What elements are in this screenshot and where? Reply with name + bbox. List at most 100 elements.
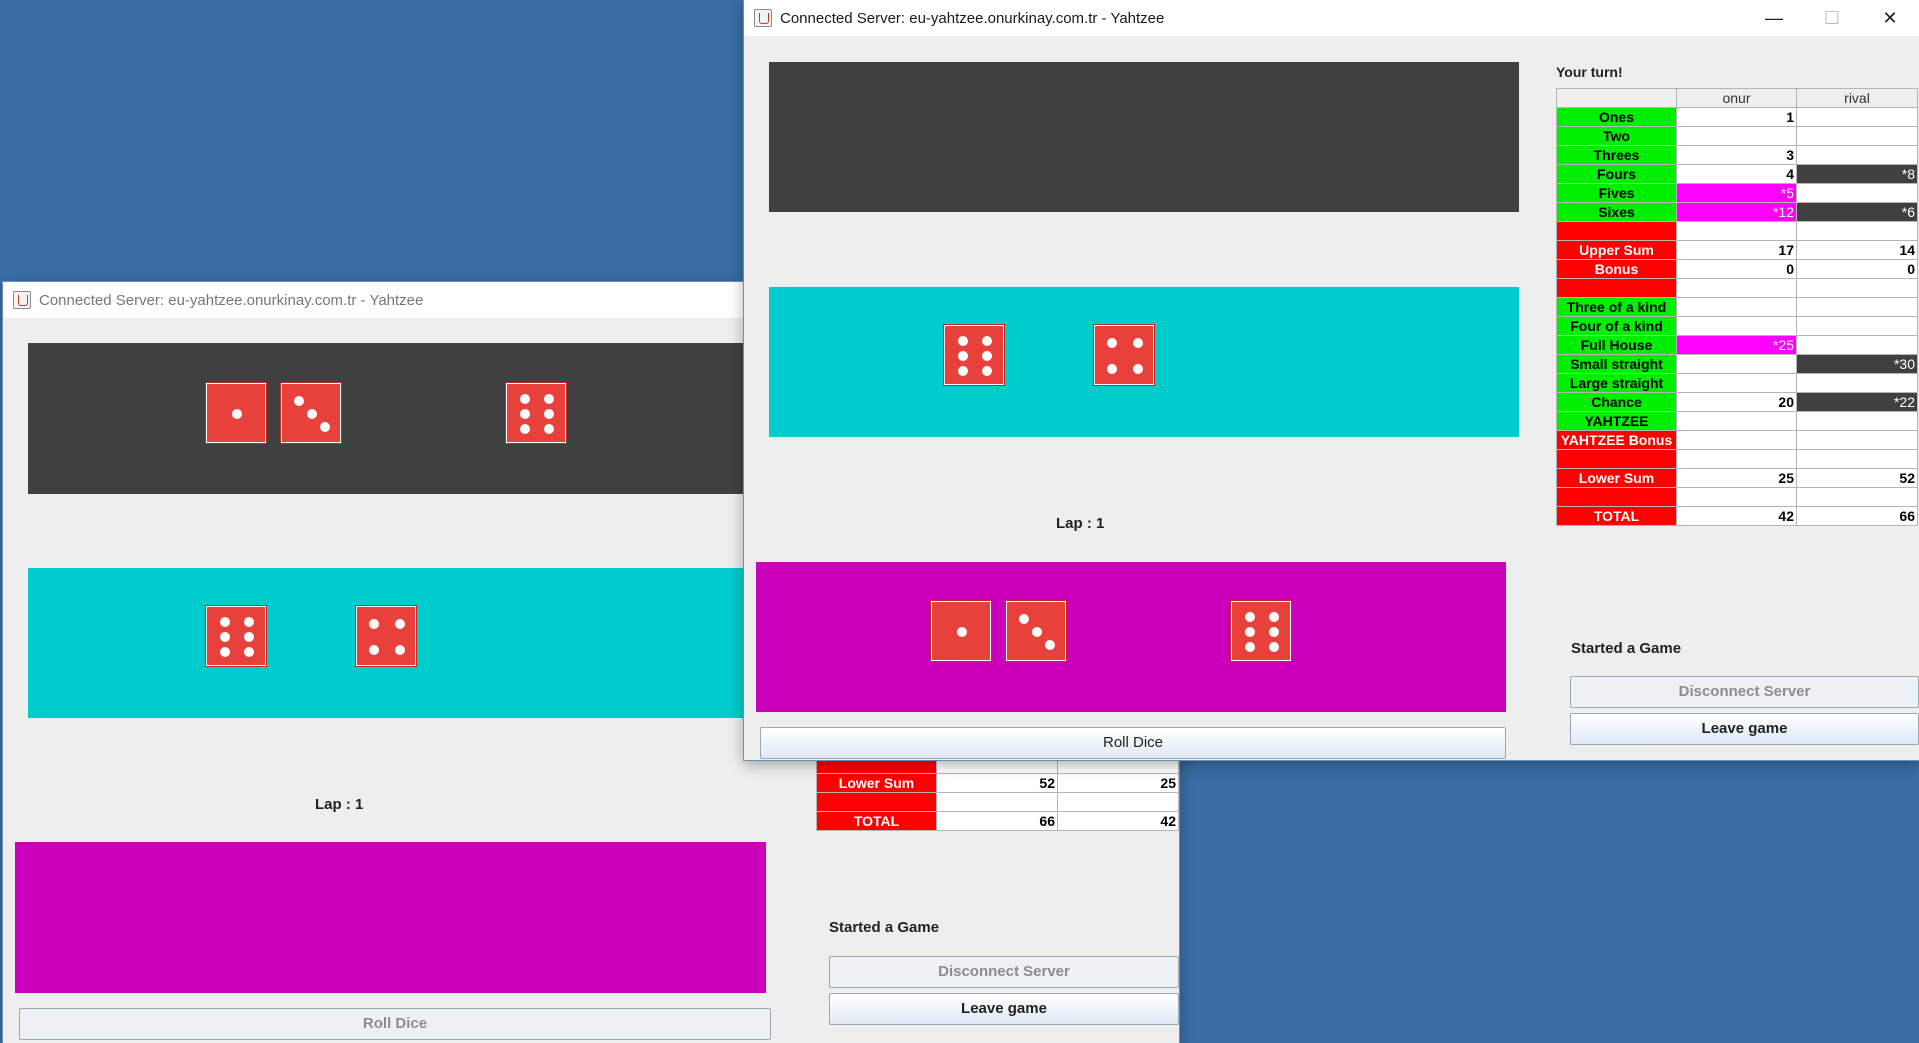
table-row: YAHTZEE Bonus [1556, 430, 1918, 450]
die-pip [369, 619, 379, 629]
front-status-text: Started a Game [1571, 640, 1682, 657]
die-face-1[interactable] [931, 601, 991, 661]
score-cell[interactable]: 66 [1796, 506, 1918, 526]
score-cell[interactable]: 0 [1796, 259, 1918, 279]
die-face-6[interactable] [506, 383, 566, 443]
die-pip [220, 647, 230, 657]
score-cell[interactable] [1676, 411, 1797, 431]
front-game-window[interactable]: Connected Server: eu-yahtzee.onurkinay.c… [744, 0, 1919, 760]
score-cell[interactable] [1676, 316, 1797, 336]
score-cell[interactable] [1676, 278, 1797, 298]
score-category-label: Small straight [1556, 354, 1677, 374]
front-opponent-dice-panel [769, 62, 1519, 212]
score-cell[interactable]: *30 [1796, 354, 1918, 374]
close-button[interactable]: ✕ [1861, 0, 1919, 36]
turn-indicator: Your turn! [1556, 64, 1623, 80]
die-face-3[interactable] [281, 383, 341, 443]
score-cell[interactable]: 1 [1676, 107, 1797, 127]
score-cell [1057, 792, 1179, 812]
die-pip [395, 619, 405, 629]
score-cell[interactable]: 0 [1676, 259, 1797, 279]
player-column-header: rival [1796, 88, 1918, 108]
die-pip [957, 627, 967, 637]
front-window-titlebar[interactable]: Connected Server: eu-yahtzee.onurkinay.c… [744, 0, 1919, 36]
die-pip [395, 645, 405, 655]
score-cell[interactable] [1796, 430, 1918, 450]
die-face-3[interactable] [1006, 601, 1066, 661]
front-disconnect-button[interactable]: Disconnect Server [1570, 676, 1919, 708]
score-category-label: Threes [1556, 145, 1677, 165]
die-pip [294, 396, 304, 406]
score-cell[interactable] [1676, 449, 1797, 469]
score-cell[interactable] [1796, 145, 1918, 165]
score-cell[interactable]: 20 [1676, 392, 1797, 412]
score-category-label [1556, 449, 1677, 469]
score-cell[interactable] [1796, 487, 1918, 507]
score-category-label [1556, 278, 1677, 298]
score-cell[interactable] [1676, 354, 1797, 374]
score-cell[interactable] [1796, 373, 1918, 393]
score-cell[interactable] [1796, 411, 1918, 431]
score-cell[interactable] [1796, 449, 1918, 469]
score-cell[interactable] [1796, 126, 1918, 146]
score-cell[interactable] [1676, 221, 1797, 241]
table-row: Fours 4 *8 [1556, 164, 1918, 184]
die-pip [544, 409, 554, 419]
die-pip [244, 647, 254, 657]
score-cell[interactable]: 25 [1676, 468, 1797, 488]
score-cell[interactable] [1796, 316, 1918, 336]
back-roll-dice-button[interactable]: Roll Dice [19, 1008, 771, 1040]
score-cell[interactable]: *8 [1796, 164, 1918, 184]
score-cell[interactable]: 14 [1796, 240, 1918, 260]
score-cell[interactable]: 52 [1796, 468, 1918, 488]
die-face-6[interactable] [206, 606, 266, 666]
back-leave-game-button[interactable]: Leave game [829, 993, 1179, 1025]
java-app-icon [754, 9, 772, 27]
score-cell[interactable] [1796, 183, 1918, 203]
score-category-label: Upper Sum [1556, 240, 1677, 260]
score-cell[interactable]: *25 [1676, 335, 1797, 355]
score-cell[interactable] [1796, 107, 1918, 127]
score-cell[interactable]: 4 [1676, 164, 1797, 184]
minimize-button[interactable]: — [1745, 0, 1803, 36]
front-roll-dice-button[interactable]: Roll Dice [760, 727, 1506, 759]
score-cell[interactable] [1676, 373, 1797, 393]
die-pip [1133, 338, 1143, 348]
table-row: Two [1556, 126, 1918, 146]
score-category-label: Four of a kind [1556, 316, 1677, 336]
die-face-1[interactable] [206, 383, 266, 443]
table-row: Lower Sum 52 25 [816, 773, 1179, 793]
back-scoreboard: Lower Sum 52 25 TOTAL 66 42 [816, 754, 1179, 831]
score-cell: 42 [1057, 811, 1179, 831]
table-row [1556, 487, 1918, 507]
score-cell[interactable]: 3 [1676, 145, 1797, 165]
die-pip [520, 394, 530, 404]
maximize-button[interactable]: ☐ [1803, 0, 1861, 36]
score-cell[interactable] [1676, 487, 1797, 507]
corner-header [1556, 88, 1677, 108]
score-cell[interactable] [1676, 430, 1797, 450]
score-cell[interactable] [1796, 278, 1918, 298]
score-cell[interactable]: 42 [1676, 506, 1797, 526]
score-category-label: Full House [1556, 335, 1677, 355]
front-leave-game-button[interactable]: Leave game [1570, 713, 1919, 745]
score-cell[interactable]: *6 [1796, 202, 1918, 222]
die-face-6[interactable] [1231, 601, 1291, 661]
score-cell[interactable] [1796, 221, 1918, 241]
score-cell[interactable] [1676, 297, 1797, 317]
score-cell[interactable]: *5 [1676, 183, 1797, 203]
table-row: Sixes *12 *6 [1556, 202, 1918, 222]
table-row: YAHTZEE [1556, 411, 1918, 431]
table-row [1556, 278, 1918, 298]
die-face-4[interactable] [356, 606, 416, 666]
score-cell[interactable]: *12 [1676, 202, 1797, 222]
die-face-4[interactable] [1094, 325, 1154, 385]
score-cell[interactable] [1676, 126, 1797, 146]
score-cell[interactable] [1796, 335, 1918, 355]
back-disconnect-button[interactable]: Disconnect Server [829, 956, 1179, 988]
score-cell[interactable]: *22 [1796, 392, 1918, 412]
score-cell[interactable] [1796, 297, 1918, 317]
die-face-6[interactable] [944, 325, 1004, 385]
score-cell[interactable]: 17 [1676, 240, 1797, 260]
score-category-label: TOTAL [1556, 506, 1677, 526]
